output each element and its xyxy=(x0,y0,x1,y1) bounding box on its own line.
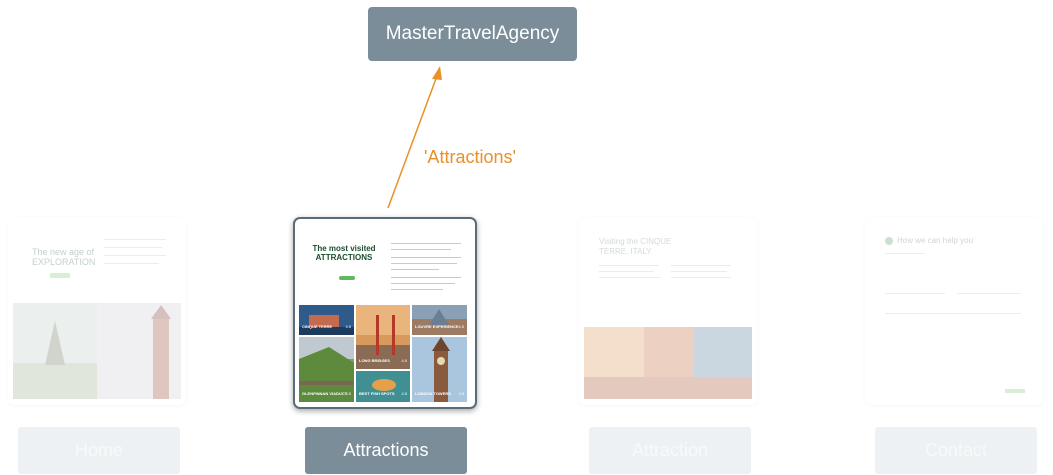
tile-label: LONG BRIDGES xyxy=(359,358,390,363)
tab-contact-label: Contact xyxy=(924,440,988,460)
tab-home-label: Home xyxy=(74,440,123,460)
contact-page-card[interactable]: How we can help you xyxy=(865,217,1043,405)
tile-label: BEST FISH SPOTS xyxy=(359,391,395,396)
home-landmarks-image xyxy=(13,303,181,399)
tab-attractions[interactable]: Attractions xyxy=(305,427,467,474)
contact-card-title: How we can help you xyxy=(897,236,974,245)
home-cta-button xyxy=(50,273,70,278)
attractions-card-title: The most visited ATTRACTIONS xyxy=(312,244,376,262)
tile-rating: 4.5 xyxy=(345,324,351,329)
tile-label: GLENFINNAN VIADUCT xyxy=(302,391,348,396)
attractions-page-card[interactable]: The most visited ATTRACTIONS CINQUE TERR… xyxy=(293,217,477,409)
tab-attractions-label: Attractions xyxy=(343,440,429,460)
tab-home[interactable]: Home xyxy=(18,427,180,474)
home-page-card[interactable]: The new age of EXPLORATION xyxy=(8,217,186,405)
tab-attraction-label: Attraction xyxy=(631,440,709,460)
tile-louvre-experience[interactable]: LOUVRE EXPERIENCE 4.5 xyxy=(412,305,467,335)
attraction-card-title: Visiting the CINQUE TERRE, ITALY xyxy=(599,237,672,256)
tile-cinque-terre[interactable]: CINQUE TERRE 4.5 xyxy=(299,305,354,335)
tile-rating: 4.5 xyxy=(458,391,464,396)
tile-best-fish-spots[interactable]: BEST FISH SPOTS 4.5 xyxy=(356,371,410,402)
tile-label: CINQUE TERRE xyxy=(302,324,333,329)
cinque-terre-image xyxy=(584,327,752,399)
tile-label: LOUVRE EXPERIENCE xyxy=(415,324,459,329)
tile-rating: 4.5 xyxy=(458,324,464,329)
tile-rating: 4.5 xyxy=(345,391,351,396)
edge-label: 'Attractions' xyxy=(424,147,516,167)
help-icon xyxy=(885,237,893,245)
tab-attraction[interactable]: Attraction xyxy=(589,427,751,474)
tile-rating: 4.5 xyxy=(401,391,407,396)
tile-glenfinnan-viaduct[interactable]: GLENFINNAN VIADUCT 4.5 xyxy=(299,337,354,402)
tile-london-towers[interactable]: LONDON TOWERS 4.5 xyxy=(412,337,467,402)
tile-long-bridges[interactable]: LONG BRIDGES 4.5 xyxy=(356,305,410,369)
tab-contact[interactable]: Contact xyxy=(875,427,1037,474)
home-card-title: The new age of EXPLORATION xyxy=(32,247,96,267)
tile-rating: 4.5 xyxy=(401,358,407,363)
tile-label: LONDON TOWERS xyxy=(415,391,451,396)
attractions-cta-button xyxy=(339,276,355,280)
contact-submit-button xyxy=(1005,389,1025,393)
attraction-page-card[interactable]: Visiting the CINQUE TERRE, ITALY xyxy=(579,217,757,405)
